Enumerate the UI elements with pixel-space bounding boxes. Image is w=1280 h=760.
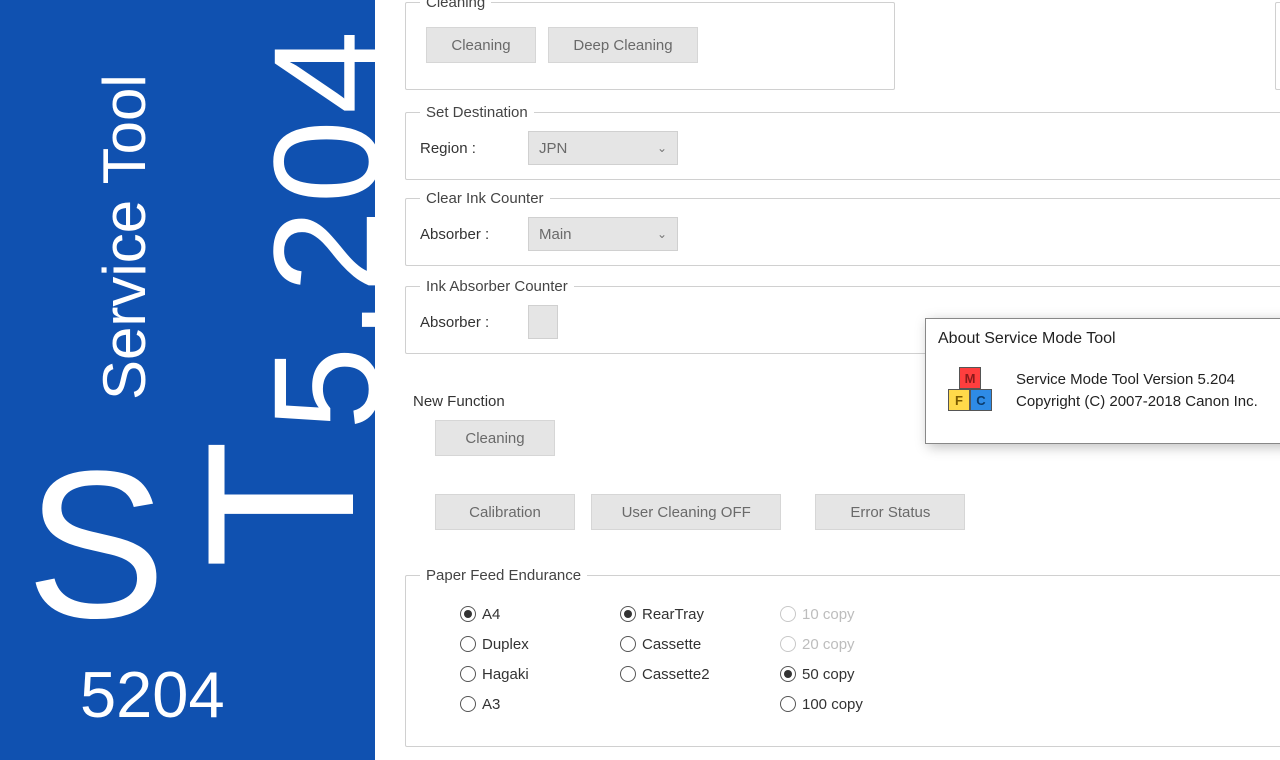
radio-dot-icon bbox=[460, 696, 476, 712]
paper-size-radio[interactable]: A4 bbox=[460, 600, 580, 628]
brand-letter-t: T bbox=[176, 440, 386, 568]
dialog-title: About Service Mode Tool bbox=[938, 330, 1116, 348]
absorber-dropdown[interactable]: Main ⌄ bbox=[528, 217, 678, 251]
ink-absorber-dropdown[interactable] bbox=[528, 305, 558, 339]
deep-cleaning-button[interactable]: Deep Cleaning bbox=[548, 27, 698, 63]
paper-feed-endurance-group: Paper Feed Endurance A4 Duplex Hagaki A3 Re… bbox=[405, 567, 1280, 747]
paper-copies-radio[interactable]: 100 copy bbox=[780, 690, 900, 718]
clear-ink-legend: Clear Ink Counter bbox=[420, 190, 550, 207]
radio-dot-icon bbox=[620, 636, 636, 652]
cleaning-group: Cleaning Cleaning Deep Cleaning bbox=[405, 0, 895, 90]
absorber-value: Main bbox=[539, 226, 572, 243]
chevron-down-icon: ⌄ bbox=[657, 227, 667, 241]
clear-ink-counter-group: Clear Ink Counter Absorber : Main ⌄ set bbox=[405, 190, 1280, 266]
paper-size-radio[interactable]: Hagaki bbox=[460, 660, 580, 688]
paper-tray-label: RearTray bbox=[642, 606, 704, 623]
paper-copies-radio: 20 copy bbox=[780, 630, 900, 658]
paper-size-label: A4 bbox=[482, 606, 500, 623]
about-dialog: About Service Mode Tool M F C Service Mo… bbox=[925, 318, 1280, 444]
brand-letter-s: S bbox=[26, 440, 166, 650]
nf-cleaning-button[interactable]: Cleaning bbox=[435, 420, 555, 456]
region-value: JPN bbox=[539, 140, 567, 157]
radio-dot-icon bbox=[780, 636, 796, 652]
user-cleaning-off-button[interactable]: User Cleaning OFF bbox=[591, 494, 781, 530]
cleaning-button[interactable]: Cleaning bbox=[426, 27, 536, 63]
chevron-down-icon: ⌄ bbox=[657, 141, 667, 155]
paper-copies-label: 50 copy bbox=[802, 666, 855, 683]
paper-size-label: A3 bbox=[482, 696, 500, 713]
paper-tray-radio[interactable]: Cassette bbox=[620, 630, 740, 658]
radio-dot-icon bbox=[620, 666, 636, 682]
paper-size-label: Duplex bbox=[482, 636, 529, 653]
service-tool-window: Cleaning Cleaning Deep Cleaning Operatio… bbox=[375, 0, 1280, 760]
radio-dot-icon bbox=[780, 666, 796, 682]
radio-dot-icon bbox=[460, 666, 476, 682]
paper-tray-label: Cassette2 bbox=[642, 666, 710, 683]
radio-dot-icon bbox=[460, 636, 476, 652]
paper-feed-legend: Paper Feed Endurance bbox=[420, 567, 587, 584]
error-status-button[interactable]: Error Status bbox=[815, 494, 965, 530]
radio-dot-icon bbox=[780, 606, 796, 622]
paper-size-radio[interactable]: Duplex bbox=[460, 630, 580, 658]
paper-copies-radio[interactable]: 50 copy bbox=[780, 660, 900, 688]
ink-absorber-legend: Ink Absorber Counter bbox=[420, 278, 574, 295]
paper-tray-radio[interactable]: Cassette2 bbox=[620, 660, 740, 688]
calibration-button[interactable]: Calibration bbox=[435, 494, 575, 530]
absorber-label: Absorber : bbox=[420, 226, 510, 243]
dialog-copyright-line: Copyright (C) 2007-2018 Canon Inc. bbox=[1016, 391, 1258, 414]
brand-name: Service Tool bbox=[90, 74, 159, 400]
brand-sidebar: S Service Tool T 5.204 5204 bbox=[0, 0, 375, 760]
paper-copies-label: 100 copy bbox=[802, 696, 863, 713]
radio-dot-icon bbox=[460, 606, 476, 622]
operation-group: Operation EEPROM Save LOG Save Pane bbox=[1275, 0, 1280, 90]
region-dropdown[interactable]: JPN ⌄ bbox=[528, 131, 678, 165]
ink-absorber-label: Absorber : bbox=[420, 314, 510, 331]
paper-tray-label: Cassette bbox=[642, 636, 701, 653]
cleaning-legend: Cleaning bbox=[420, 0, 491, 11]
paper-tray-radio[interactable]: RearTray bbox=[620, 600, 740, 628]
radio-dot-icon bbox=[780, 696, 796, 712]
set-destination-legend: Set Destination bbox=[420, 104, 534, 121]
paper-copies-label: 10 copy bbox=[802, 606, 855, 623]
dialog-text: Service Mode Tool Version 5.204 Copyrigh… bbox=[1016, 369, 1258, 414]
brand-build-number: 5204 bbox=[80, 657, 225, 732]
paper-copies-label: 20 copy bbox=[802, 636, 855, 653]
radio-dot-icon bbox=[620, 606, 636, 622]
set-destination-group: Set Destination Region : JPN ⌄ bbox=[405, 104, 1280, 180]
paper-copies-radio: 10 copy bbox=[780, 600, 900, 628]
new-function-legend: New Function bbox=[413, 393, 505, 410]
region-label: Region : bbox=[420, 140, 510, 157]
paper-size-label: Hagaki bbox=[482, 666, 529, 683]
paper-size-radio[interactable]: A3 bbox=[460, 690, 580, 718]
dialog-version-line: Service Mode Tool Version 5.204 bbox=[1016, 369, 1258, 392]
mfc-icon: M F C bbox=[948, 367, 996, 415]
